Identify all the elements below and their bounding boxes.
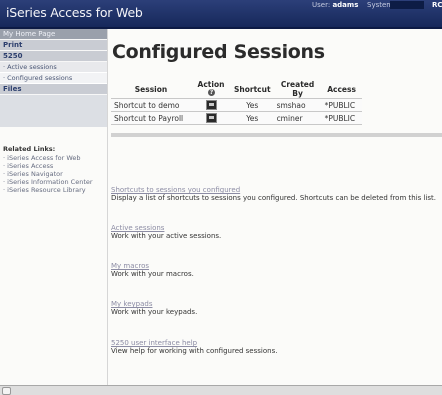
system-field xyxy=(390,1,424,9)
link-my-macros[interactable]: My macros xyxy=(111,262,194,270)
link-active-sessions[interactable]: Active sessions xyxy=(111,224,221,232)
related-link-iseries-navigator[interactable]: · iSeries Navigator xyxy=(3,170,107,178)
action-header-label: Action xyxy=(197,80,225,89)
user-name: adams xyxy=(332,1,359,9)
app-window: iSeries Access for Web User: adams Syste… xyxy=(0,0,442,395)
action-cell xyxy=(191,111,231,125)
task-link-item: My keypads Work with your keypads. xyxy=(111,300,197,316)
column-header-created-by[interactable]: Created By xyxy=(273,80,322,99)
link-5250-help[interactable]: 5250 user interface help xyxy=(111,339,277,347)
related-links: Related Links: · iSeries Access for Web … xyxy=(0,145,107,194)
action-menu-icon[interactable] xyxy=(205,113,217,123)
table-header-row: Session Action? Shortcut Created By Acce… xyxy=(111,80,362,99)
table-row: Shortcut to Payroll Yes cminer *PUBLIC xyxy=(111,111,362,125)
related-link-iseries-access-for-web[interactable]: · iSeries Access for Web xyxy=(3,154,107,162)
section-divider xyxy=(111,133,442,137)
nav-item-print[interactable]: Print xyxy=(0,40,107,51)
table-row: Shortcut to demo Yes smshao *PUBLIC xyxy=(111,98,362,112)
link-shortcuts-to-sessions[interactable]: Shortcuts to sessions you configured xyxy=(111,186,436,194)
access-cell: *PUBLIC xyxy=(321,98,362,112)
nav-item-files[interactable]: Files xyxy=(0,84,107,95)
task-link-item: My macros Work with your macros. xyxy=(111,262,194,278)
nav-divider xyxy=(107,29,108,385)
session-cell[interactable]: Shortcut to Payroll xyxy=(111,111,191,125)
action-menu-icon[interactable] xyxy=(205,100,217,110)
help-icon[interactable]: ? xyxy=(208,89,215,96)
nav-item-configured-sessions[interactable]: · Configured sessions xyxy=(0,73,107,84)
column-header-shortcut[interactable]: Shortcut xyxy=(231,80,274,99)
page-title: Configured Sessions xyxy=(112,41,325,63)
user-info: User: adams xyxy=(312,1,358,9)
shortcut-cell: Yes xyxy=(231,111,274,125)
task-link-item: Active sessions Work with your active se… xyxy=(111,224,221,240)
created-by-cell: smshao xyxy=(273,98,322,112)
nav-item-5250[interactable]: 5250 xyxy=(0,51,107,62)
column-header-action: Action? xyxy=(191,80,231,99)
related-link-information-center[interactable]: · iSeries Information Center xyxy=(3,178,107,186)
nav-item-my-home-page[interactable]: My Home Page xyxy=(0,29,107,40)
link-description: Display a list of shortcuts to sessions … xyxy=(111,194,437,202)
user-label: User: xyxy=(312,1,331,9)
link-description: Work with your keypads. xyxy=(111,308,198,316)
shortcut-cell: Yes xyxy=(231,98,274,112)
column-header-access[interactable]: Access xyxy=(321,80,362,99)
task-link-item: Shortcuts to sessions you configured Dis… xyxy=(111,186,436,202)
sessions-table: Session Action? Shortcut Created By Acce… xyxy=(111,80,362,125)
column-header-session[interactable]: Session xyxy=(111,80,191,99)
access-cell: *PUBLIC xyxy=(321,111,362,125)
nav-item-active-sessions[interactable]: · Active sessions xyxy=(0,62,107,73)
related-links-title: Related Links: xyxy=(3,145,56,153)
created-by-cell: cminer xyxy=(273,111,322,125)
link-description: Work with your active sessions. xyxy=(111,232,222,240)
system-name: RC xyxy=(432,1,442,9)
link-description: View help for working with configured se… xyxy=(111,347,278,355)
nav-spacer xyxy=(0,95,107,127)
related-link-iseries-access[interactable]: · iSeries Access xyxy=(3,162,107,170)
app-title: iSeries Access for Web xyxy=(6,5,143,20)
left-navigation: My Home Page Print 5250 · Active session… xyxy=(0,29,107,385)
action-cell xyxy=(191,98,231,112)
related-link-resource-library[interactable]: · iSeries Resource Library xyxy=(3,186,107,194)
session-cell[interactable]: Shortcut to demo xyxy=(111,98,191,112)
link-my-keypads[interactable]: My keypads xyxy=(111,300,197,308)
header-bar: iSeries Access for Web User: adams Syste… xyxy=(0,0,442,29)
link-description: Work with your macros. xyxy=(111,270,194,278)
task-link-item: 5250 user interface help View help for w… xyxy=(111,339,277,355)
